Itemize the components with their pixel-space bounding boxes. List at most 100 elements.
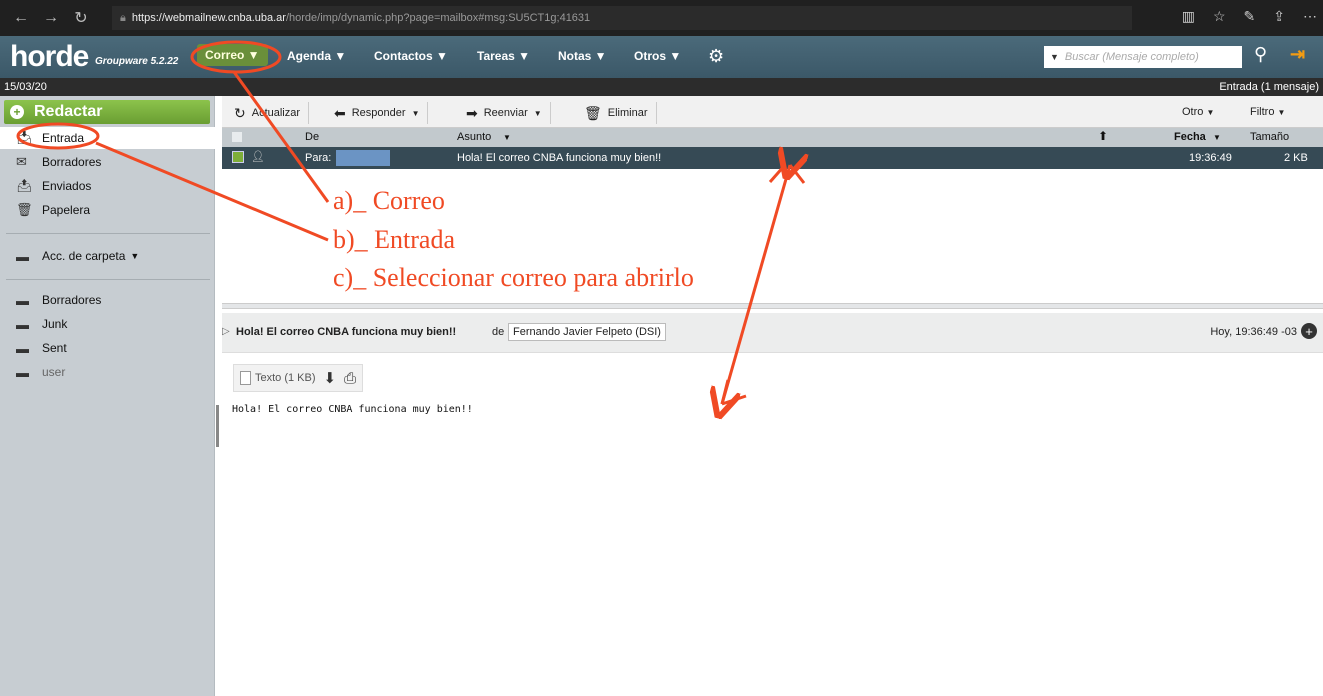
chevron-down-icon: ▼	[1277, 108, 1286, 117]
sidebar-item-junk[interactable]: ▬ Junk	[0, 313, 215, 335]
filter-label: Filtro	[1250, 106, 1275, 118]
annotation-a: a)_ Correo	[333, 186, 445, 215]
sidebar-item-papelera[interactable]: 🗑︎ Papelera	[0, 199, 215, 221]
pen-icon[interactable]: ✎	[1244, 8, 1256, 25]
folder-actions-label: Acc. de carpeta	[42, 249, 126, 263]
row-time: 19:36:49	[1189, 152, 1232, 164]
menu-agenda[interactable]: Agenda ▼	[287, 49, 346, 63]
folder-actions[interactable]: ▬ Acc. de carpeta ▼	[0, 245, 215, 267]
folder-icon: ▬	[16, 316, 29, 332]
refresh-label: Actualizar	[251, 107, 301, 119]
folder-icon: ▬	[16, 340, 29, 356]
status-strip: 15/03/20 Entrada (1 mensaje)	[0, 78, 1323, 96]
trash-icon: 🗑︎	[584, 104, 602, 121]
reply-button[interactable]: ⬅ Responder ▼	[326, 102, 429, 124]
column-header-size[interactable]: Tamaño	[1250, 131, 1289, 143]
other-dropdown[interactable]: Otro ▼	[1182, 106, 1214, 118]
menu-otros[interactable]: Otros ▼	[634, 49, 681, 63]
column-header-subject[interactable]: Asunto	[457, 131, 491, 143]
annotation-b: b)_ Entrada	[333, 225, 456, 254]
filter-dropdown[interactable]: Filtro ▼	[1250, 106, 1285, 118]
forward-button[interactable]: ➡ Reenviar ▼	[458, 102, 551, 124]
select-all-checkbox[interactable]	[232, 132, 242, 142]
divider	[6, 279, 210, 280]
preview-from-label: de	[492, 326, 505, 338]
sidebar-item-borradores-2[interactable]: ▬ Borradores	[0, 289, 215, 311]
sort-arrow-up-icon[interactable]: ⬆	[1098, 129, 1108, 143]
row-to-label: Para:	[305, 152, 332, 164]
address-bar[interactable]: 🔒︎ https://webmailnew.cnba.uba.ar /horde…	[112, 6, 1132, 30]
attachment[interactable]: Texto (1 KB) ⬇ ⎙	[233, 364, 364, 392]
reading-view-icon[interactable]: ▥	[1182, 8, 1195, 25]
person-icon: 👤︎	[251, 151, 265, 163]
chevron-down-icon: ▼	[503, 133, 511, 142]
annotation-c: c)_ Seleccionar correo para abrirlo	[333, 263, 694, 292]
search-scope-dropdown-icon[interactable]: ▼	[1050, 52, 1059, 62]
share-icon[interactable]: ⇪	[1273, 8, 1285, 25]
sidebar: + Redactar 📥︎ Entrada ✉ Borradores 📤︎ En…	[0, 96, 215, 696]
search-input[interactable]: ▼ Buscar (Mensaje completo)	[1044, 46, 1242, 68]
more-icon[interactable]: ⋯	[1303, 8, 1317, 25]
chevron-down-icon: ▼	[1206, 108, 1215, 117]
reply-label: Responder	[351, 107, 406, 119]
menu-notas[interactable]: Notas ▼	[558, 49, 607, 63]
forward-icon[interactable]: →	[36, 9, 66, 27]
attachment-label: Texto (1 KB)	[255, 372, 316, 384]
preview-from[interactable]: Fernando Javier Felpeto (DSI)	[508, 323, 666, 341]
drafts-icon: ✉	[16, 154, 27, 169]
sidebar-item-label: Enviados	[42, 179, 92, 193]
plus-circle-icon[interactable]: +	[1301, 323, 1317, 339]
sidebar-item-label: Borradores	[42, 293, 102, 307]
delete-button[interactable]: 🗑︎ Eliminar	[576, 102, 657, 124]
sidebar-item-user[interactable]: ▬ user	[0, 361, 215, 383]
forward-label: Reenviar	[483, 107, 528, 119]
current-date: 15/03/20	[4, 81, 47, 93]
sidebar-item-label: Sent	[42, 341, 67, 355]
compose-label: Redactar	[34, 103, 103, 120]
preview-header: ▷ Hola! El correo CNBA funciona muy bien…	[222, 313, 1323, 353]
url-path: /horde/imp/dynamic.php?page=mailbox#msg:…	[285, 12, 591, 24]
refresh-icon[interactable]: ↻	[66, 8, 96, 28]
gear-icon[interactable]: ⚙	[708, 46, 724, 67]
back-icon[interactable]: ←	[6, 9, 36, 27]
search-icon[interactable]: ⚲	[1254, 44, 1267, 65]
logout-icon[interactable]: ⇥	[1290, 44, 1305, 65]
preview-date: Hoy, 19:36:49 -03	[1210, 326, 1297, 338]
row-size: 2 KB	[1284, 152, 1308, 164]
download-icon[interactable]: ⬇	[324, 369, 337, 387]
row-checkbox[interactable]	[232, 151, 244, 163]
trash-icon: 🗑︎	[16, 202, 33, 217]
folder-icon: ▬	[16, 292, 29, 308]
column-header-from[interactable]: De	[305, 131, 319, 143]
sidebar-item-entrada[interactable]: 📥︎ Entrada	[0, 127, 215, 149]
chevron-down-icon: ▼	[1213, 133, 1221, 142]
message-list-header: De Asunto ▼ ⬆ Fecha ▼ Tamaño	[222, 128, 1323, 147]
compose-button[interactable]: + Redactar	[4, 100, 210, 124]
recipient-redacted	[336, 150, 390, 166]
sidebar-item-label: Junk	[42, 317, 68, 331]
divider	[6, 233, 210, 234]
horde-version: Groupware 5.2.22	[95, 56, 179, 67]
favorite-star-icon[interactable]: ☆	[1213, 8, 1226, 25]
browser-toolbar: ← → ↻ 🔒︎ https://webmailnew.cnba.uba.ar …	[0, 0, 1323, 36]
mail-toolbar: ↻ Actualizar ⬅ Responder ▼ ➡ Reenviar ▼ …	[222, 96, 1323, 128]
other-label: Otro	[1182, 106, 1204, 118]
expand-triangle-icon[interactable]: ▷	[222, 326, 230, 337]
refresh-button[interactable]: ↻ Actualizar	[226, 102, 310, 124]
sidebar-item-label: user	[42, 365, 66, 379]
sidebar-item-borradores[interactable]: ✉ Borradores	[0, 151, 215, 173]
sent-icon: 📤︎	[16, 178, 33, 193]
menu-tareas[interactable]: Tareas ▼	[477, 49, 530, 63]
sidebar-item-label: Entrada	[42, 131, 85, 145]
table-row[interactable]: 👤︎ Para: Hola! El correo CNBA funciona m…	[222, 147, 1323, 169]
pane-resize-handle[interactable]	[216, 405, 219, 447]
search-placeholder: Buscar (Mensaje completo)	[1064, 51, 1199, 63]
menu-correo[interactable]: Correo ▼	[197, 44, 268, 66]
sidebar-item-enviados[interactable]: 📤︎ Enviados	[0, 175, 215, 197]
column-header-date[interactable]: Fecha	[1174, 131, 1206, 143]
menu-contactos[interactable]: Contactos ▼	[374, 49, 448, 63]
horde-logo[interactable]: horde	[10, 40, 89, 74]
print-icon[interactable]: ⎙	[344, 370, 356, 387]
preview-splitter[interactable]	[222, 303, 1323, 309]
sidebar-item-sent[interactable]: ▬ Sent	[0, 337, 215, 359]
